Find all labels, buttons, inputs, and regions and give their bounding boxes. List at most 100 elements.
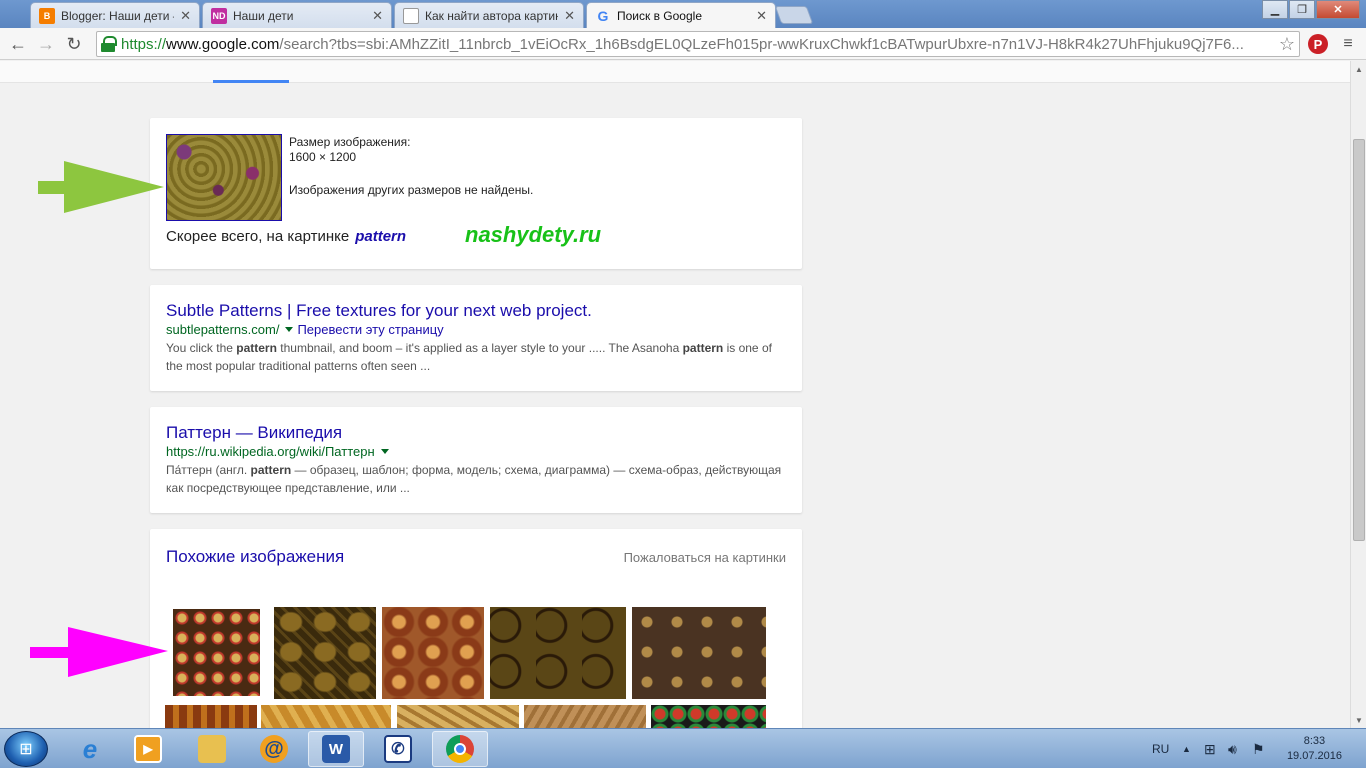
report-images-link[interactable]: Пожаловаться на картинки xyxy=(624,550,786,565)
taskbar-internet-explorer[interactable]: e xyxy=(62,731,118,767)
phone-icon: ✆ xyxy=(384,735,412,763)
pinterest-icon[interactable]: P xyxy=(1306,32,1330,56)
tab-title: Blogger: Наши дети – Всё xyxy=(61,8,174,23)
taskbar-media-player[interactable]: ▶ xyxy=(120,731,176,767)
result-title-link[interactable]: Subtle Patterns | Free textures for your… xyxy=(166,301,592,321)
dropdown-triangle-icon[interactable] xyxy=(380,449,389,454)
page-icon xyxy=(403,7,419,24)
similar-image[interactable] xyxy=(382,607,484,699)
active-tab-indicator xyxy=(213,80,289,83)
watermark-text: nashydety.ru xyxy=(465,222,602,247)
similar-image[interactable] xyxy=(165,705,257,728)
tab-blogger[interactable]: B Blogger: Наши дети – Всё ✕ xyxy=(30,2,200,28)
similar-image[interactable] xyxy=(173,609,260,696)
image-size-value: 1600 × 1200 xyxy=(289,150,357,164)
similar-image[interactable] xyxy=(397,705,519,728)
similar-image[interactable] xyxy=(524,705,646,728)
windows-taskbar: ⊞ e ▶ @ W ✆ RU ▲ ⊞ 🔊︎ ⚑ 8:33 19.07.2016 xyxy=(0,728,1366,768)
google-icon: G xyxy=(597,8,609,24)
start-button[interactable]: ⊞ xyxy=(4,731,48,767)
close-icon[interactable]: ✕ xyxy=(564,8,575,24)
tab-kak-nayti[interactable]: Как найти автора картинк ✕ xyxy=(394,2,584,28)
best-guess-link[interactable]: pattern xyxy=(355,228,406,245)
search-result: Паттерн — Википедия https://ru.wikipedia… xyxy=(150,407,802,513)
image-size-info: Размер изображения: 1600 × 1200 Изображе… xyxy=(289,135,533,198)
search-result: Subtle Patterns | Free textures for your… xyxy=(150,285,802,391)
image-info-card: Размер изображения: 1600 × 1200 Изображе… xyxy=(150,118,802,269)
close-window-button[interactable]: ✕ xyxy=(1316,0,1360,19)
close-icon[interactable]: ✕ xyxy=(372,8,383,24)
system-clock[interactable]: 8:33 19.07.2016 xyxy=(1287,734,1342,764)
magenta-arrow-annotation xyxy=(30,627,168,677)
address-bar[interactable]: https://www.google.com/search?tbs=sbi:AM… xyxy=(96,31,1300,57)
url-host: www.google.com xyxy=(166,35,280,53)
taskbar-word[interactable]: W xyxy=(308,731,364,767)
result-url-text: subtlepatterns.com/ xyxy=(166,322,280,337)
result-url-text: https://ru.wikipedia.org/wiki/Паттерн xyxy=(166,444,375,459)
clock-date: 19.07.2016 xyxy=(1286,750,1342,762)
similar-image[interactable] xyxy=(632,607,766,699)
similar-image[interactable] xyxy=(490,607,626,699)
search-tabs-bar xyxy=(0,61,1350,83)
forward-arrow-icon[interactable]: → xyxy=(34,32,58,56)
maximize-button[interactable]: ❐ xyxy=(1289,0,1315,19)
volume-icon[interactable]: 🔊︎ xyxy=(1228,729,1237,768)
taskbar-chrome[interactable] xyxy=(432,731,488,767)
similar-image[interactable] xyxy=(651,705,766,728)
dropdown-triangle-icon[interactable] xyxy=(285,327,294,332)
best-guess: Скорее всего, на картинке pattern xyxy=(166,228,406,245)
translate-link[interactable]: Перевести эту страницу xyxy=(297,322,443,337)
close-icon[interactable]: ✕ xyxy=(756,8,767,24)
folder-icon xyxy=(198,735,226,763)
reload-icon[interactable]: ↻ xyxy=(62,32,86,56)
similar-images-card: Похожие изображения Пожаловаться на карт… xyxy=(150,529,802,728)
result-snippet: Па́ттерн (англ. pattern — образец, шабло… xyxy=(166,463,782,495)
result-url: https://ru.wikipedia.org/wiki/Паттерн xyxy=(166,444,393,459)
bookmark-star-icon[interactable]: ☆ xyxy=(1279,34,1295,55)
lock-icon xyxy=(101,36,117,52)
search-results-page: Размер изображения: 1600 × 1200 Изображе… xyxy=(0,61,1350,728)
best-guess-label: Скорее всего, на картинке xyxy=(166,228,350,245)
url-path: /search?tbs=sbi:AMhZZitI_11nbrcb_1vEiOcR… xyxy=(279,35,1244,53)
tab-strip: B Blogger: Наши дети – Всё ✕ ND Наши дет… xyxy=(0,0,1366,29)
chrome-icon xyxy=(446,735,474,763)
image-size-label: Размер изображения: xyxy=(289,135,411,149)
tab-nashi-deti[interactable]: ND Наши дети ✕ xyxy=(202,2,392,28)
browser-toolbar: ← → ↻ https://www.google.com/search?tbs=… xyxy=(0,28,1366,60)
language-indicator[interactable]: RU xyxy=(1152,729,1169,768)
similar-image[interactable] xyxy=(261,705,391,728)
scroll-down-arrow-icon[interactable]: ▼ xyxy=(1351,712,1366,728)
vertical-scrollbar[interactable]: ▲ ▼ xyxy=(1350,61,1366,728)
result-title-link[interactable]: Паттерн — Википедия xyxy=(166,423,342,443)
new-tab-button[interactable] xyxy=(774,6,814,24)
tab-title: Поиск в Google xyxy=(617,9,702,23)
word-icon: W xyxy=(322,735,350,763)
result-snippet: You click the pattern thumbnail, and boo… xyxy=(166,341,772,373)
menu-icon[interactable]: ≡ xyxy=(1336,32,1360,56)
scrollbar-thumb[interactable] xyxy=(1353,139,1365,541)
back-arrow-icon[interactable]: ← xyxy=(6,32,30,56)
query-image-thumbnail[interactable] xyxy=(166,134,282,221)
action-center-icon[interactable]: ⊞ xyxy=(1204,729,1216,768)
result-url: subtlepatterns.com/Перевести эту страниц… xyxy=(166,322,444,337)
mail-at-icon: @ xyxy=(260,735,288,763)
network-flag-icon[interactable]: ⚑ xyxy=(1252,729,1265,768)
tab-title: Как найти автора картинк xyxy=(425,8,559,23)
close-icon[interactable]: ✕ xyxy=(180,8,191,24)
blogger-icon: B xyxy=(39,7,55,24)
show-hidden-icons-arrow[interactable]: ▲ xyxy=(1182,729,1191,768)
taskbar-phone-app[interactable]: ✆ xyxy=(370,731,426,767)
clock-time: 8:33 xyxy=(1303,735,1326,747)
tab-title: Наши дети xyxy=(233,8,294,23)
url-scheme: https:// xyxy=(121,35,167,53)
tab-google-search[interactable]: G Поиск в Google ✕ xyxy=(586,2,776,29)
scroll-up-arrow-icon[interactable]: ▲ xyxy=(1351,61,1366,77)
taskbar-explorer[interactable] xyxy=(184,731,240,767)
similar-image[interactable] xyxy=(274,607,376,699)
internet-explorer-icon: e xyxy=(82,733,98,764)
no-other-sizes-text: Изображения других размеров не найдены. xyxy=(289,183,534,197)
similar-images-title[interactable]: Похожие изображения xyxy=(166,547,344,567)
taskbar-mail[interactable]: @ xyxy=(246,731,302,767)
site-logo-icon: ND xyxy=(211,7,227,24)
minimize-button[interactable]: ▁ xyxy=(1262,0,1288,19)
